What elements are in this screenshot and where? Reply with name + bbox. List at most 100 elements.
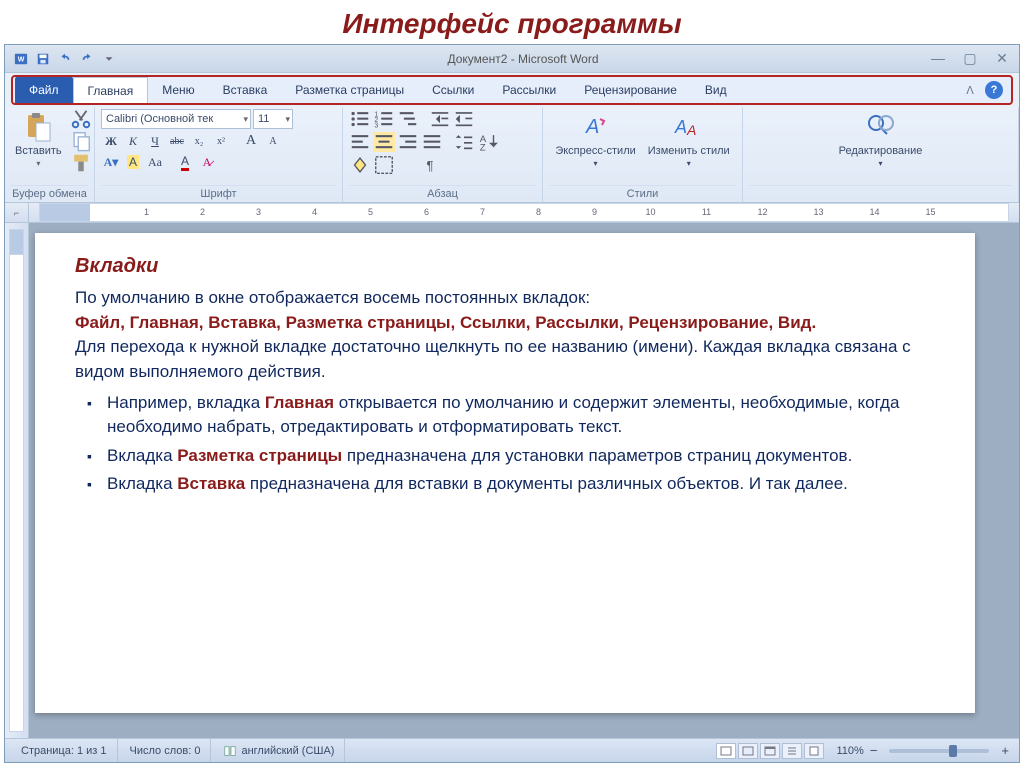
highlight-icon[interactable]: A [123,153,143,171]
svg-text:W: W [18,56,25,63]
zoom-in-button[interactable]: + [997,743,1013,758]
zoom-out-button[interactable]: − [866,743,882,758]
superscript-button[interactable]: x² [211,132,231,150]
title-bar: W Документ2 - Microsoft Word — ▢ ✕ [5,45,1019,73]
group-label-paragraph: Абзац [349,185,536,202]
bullets-icon[interactable] [349,109,371,129]
change-styles-label: Изменить стили [648,145,730,157]
find-icon [864,111,896,143]
list-item: Вкладка Разметка страницы предназначена … [93,444,935,469]
grow-font-icon[interactable]: A [241,132,261,150]
document-viewport[interactable]: Вкладки По умолчанию в окне отображается… [29,223,1019,738]
tab-menu[interactable]: Меню [148,77,208,103]
svg-text:A: A [686,122,696,138]
multilevel-icon[interactable] [397,109,419,129]
group-clipboard: Вставить ▾ Буфер обмена [5,107,95,202]
book-icon [223,744,237,758]
underline-button[interactable]: Ч [145,132,165,150]
align-right-icon[interactable] [397,132,419,152]
justify-icon[interactable] [421,132,443,152]
list-item: Например, вкладка Главная открывается по… [93,391,935,440]
group-editing: Редактирование▾ [743,107,1019,202]
group-paragraph: 123 AZ [343,107,543,202]
quick-styles-label: Экспресс-стили [555,145,635,157]
qat-dropdown-icon[interactable] [99,49,119,69]
quick-styles-button[interactable]: A Экспресс-стили▾ [551,109,639,170]
decrease-indent-icon[interactable] [429,109,451,129]
align-left-icon[interactable] [349,132,371,152]
sort-icon[interactable]: AZ [477,132,499,152]
numbering-icon[interactable]: 123 [373,109,395,129]
word-window: W Документ2 - Microsoft Word — ▢ ✕ Файл … [4,44,1020,763]
list-item: Вкладка Вставка предназначена для вставк… [93,472,935,497]
cut-icon[interactable] [70,109,92,129]
ribbon: Вставить ▾ Буфер обмена Calibri (Основно… [5,107,1019,203]
tab-file[interactable]: Файл [15,77,73,103]
zoom-level[interactable]: 110% [836,745,863,757]
view-outline-icon[interactable] [782,743,802,759]
tab-mailings[interactable]: Рассылки [488,77,570,103]
help-icon[interactable]: ? [985,81,1003,99]
word-app-icon[interactable]: W [11,49,31,69]
zoom-slider[interactable] [889,749,989,753]
view-fullscreen-icon[interactable] [738,743,758,759]
status-language[interactable]: английский (США) [213,739,345,762]
status-word-count[interactable]: Число слов: 0 [120,739,212,762]
maximize-icon[interactable]: ▢ [959,50,981,67]
align-center-icon[interactable] [373,132,395,152]
tab-home[interactable]: Главная [73,77,149,103]
show-marks-icon[interactable]: ¶ [419,155,441,175]
redo-icon[interactable] [77,49,97,69]
line-spacing-icon[interactable] [453,132,475,152]
doc-heading: Вкладки [75,255,935,278]
svg-text:A: A [674,117,687,137]
clear-format-icon[interactable]: A̷ [197,153,217,171]
group-label-clipboard: Буфер обмена [11,185,88,202]
ruler-corner: ⌐ [5,203,29,222]
status-page[interactable]: Страница: 1 из 1 [11,739,118,762]
view-print-layout-icon[interactable] [716,743,736,759]
subscript-button[interactable]: x₂ [189,132,209,150]
strike-button[interactable]: abc [167,132,187,150]
save-icon[interactable] [33,49,53,69]
paste-icon [22,111,54,143]
bold-button[interactable]: Ж [101,132,121,150]
group-label-editing [749,185,1012,202]
font-color-icon[interactable]: A [175,153,195,171]
undo-icon[interactable] [55,49,75,69]
change-styles-button[interactable]: AA Изменить стили▾ [644,109,734,170]
group-label-font: Шрифт [101,185,336,202]
slide-title: Интерфейс программы [0,0,1024,44]
tab-insert[interactable]: Вставка [209,77,282,103]
view-web-icon[interactable] [760,743,780,759]
shading-icon[interactable] [349,155,371,175]
svg-text:Z: Z [480,142,486,153]
change-case-icon[interactable]: Aa [145,153,165,171]
font-size-combo[interactable]: 11 [253,109,293,129]
minimize-icon[interactable]: — [927,50,949,67]
tab-page-layout[interactable]: Разметка страницы [281,77,418,103]
italic-button[interactable]: К [123,132,143,150]
horizontal-ruler[interactable]: ⌐ 123456789101112131415 [5,203,1019,223]
copy-icon[interactable] [70,131,92,151]
tab-view[interactable]: Вид [691,77,741,103]
editing-button[interactable]: Редактирование▾ [835,109,927,170]
paste-label: Вставить [15,145,62,157]
tab-references[interactable]: Ссылки [418,77,488,103]
tab-review[interactable]: Рецензирование [570,77,691,103]
text-effects-icon[interactable]: A▾ [101,153,121,171]
close-icon[interactable]: ✕ [991,50,1013,67]
vertical-ruler[interactable] [5,223,29,738]
collapse-ribbon-icon[interactable]: ᐱ [961,81,979,99]
document-page[interactable]: Вкладки По умолчанию в окне отображается… [35,233,975,713]
quick-access-toolbar: W [11,49,119,69]
change-styles-icon: AA [673,111,705,143]
shrink-font-icon[interactable]: A [263,132,283,150]
borders-icon[interactable] [373,155,395,175]
increase-indent-icon[interactable] [453,109,475,129]
font-name-combo[interactable]: Calibri (Основной тек [101,109,251,129]
view-draft-icon[interactable] [804,743,824,759]
svg-text:3: 3 [374,122,378,129]
format-painter-icon[interactable] [70,153,92,173]
paste-button[interactable]: Вставить ▾ [11,109,66,170]
